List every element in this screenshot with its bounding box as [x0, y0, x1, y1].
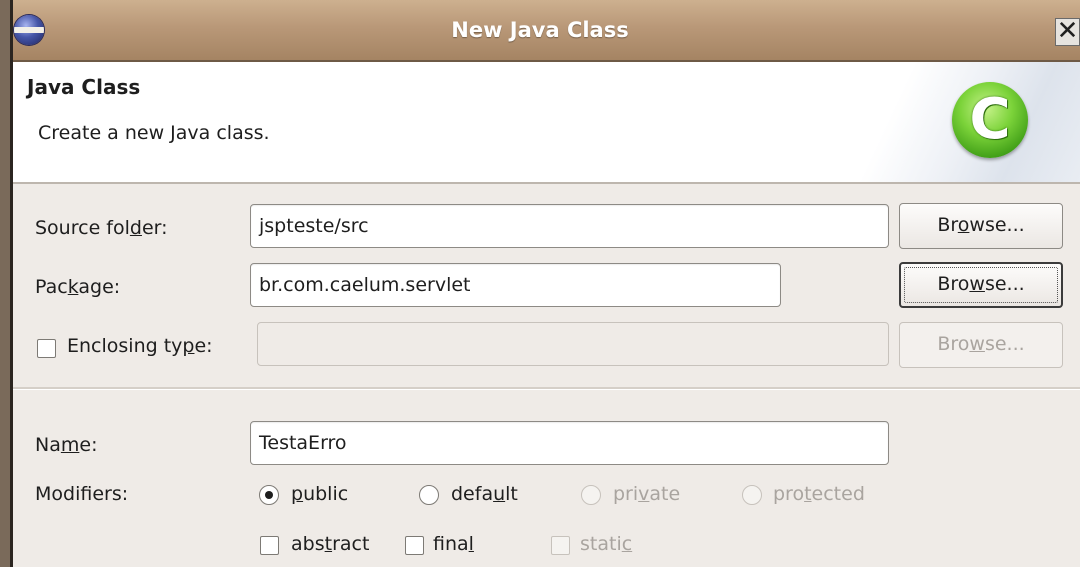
static-label: static [580, 533, 633, 555]
enclosing-type-checkbox[interactable] [37, 339, 56, 358]
close-icon[interactable]: ✕ [1055, 18, 1080, 46]
modifier-private-radio [581, 485, 601, 505]
section-divider [13, 387, 1080, 390]
final-checkbox[interactable] [405, 536, 424, 555]
abstract-label: abstract [291, 533, 370, 555]
static-checkbox [551, 536, 570, 555]
name-label: Name: [35, 434, 98, 456]
enclosing-type-browse-button: Browse... [899, 322, 1063, 368]
window-border [0, 0, 13, 567]
modifier-protected-radio [742, 485, 762, 505]
page-description: Create a new Java class. [38, 122, 270, 144]
modifier-protected-label: protected [773, 483, 865, 505]
header-banner-gradient [820, 62, 1080, 182]
package-input[interactable]: br.com.caelum.servlet [250, 263, 781, 307]
modifier-default-label: default [451, 483, 518, 505]
name-input[interactable]: TestaErro [250, 421, 889, 465]
window-title: New Java Class [451, 18, 629, 42]
enclosing-type-label: Enclosing type: [67, 335, 213, 357]
modifier-public-label: public [291, 483, 349, 505]
final-label: final [433, 533, 474, 555]
modifier-public-radio[interactable] [259, 485, 279, 505]
package-browse-button[interactable]: Browse... [899, 262, 1063, 308]
package-label: Package: [35, 276, 121, 298]
enclosing-type-input [257, 322, 889, 366]
abstract-checkbox[interactable] [260, 536, 279, 555]
page-title: Java Class [27, 75, 141, 99]
header-divider [13, 182, 1080, 184]
source-folder-input[interactable]: jspteste/src [250, 204, 889, 248]
source-folder-browse-button[interactable]: Browse... [899, 203, 1063, 249]
modifier-private-label: private [613, 483, 681, 505]
java-class-icon-letter: C [969, 87, 1011, 152]
modifier-default-radio[interactable] [419, 485, 439, 505]
modifiers-label: Modifiers: [35, 483, 129, 505]
source-folder-label: Source folder: [35, 217, 168, 239]
